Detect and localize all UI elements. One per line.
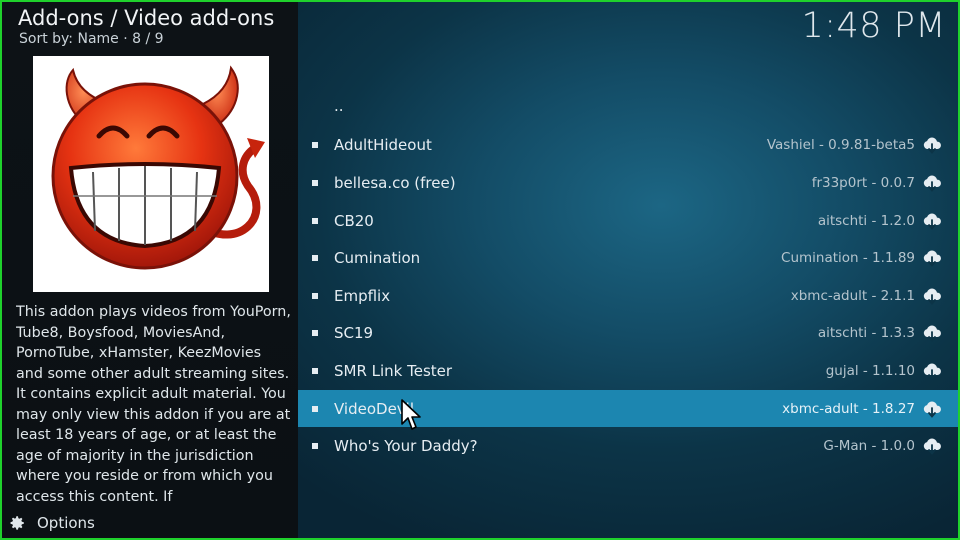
list-item[interactable]: VideoDevil xbmc-adult - 1.8.27 [298, 389, 958, 428]
addon-name: SMR Link Tester [334, 361, 453, 380]
addon-author-version: xbmc-adult - 2.1.1 [790, 287, 915, 304]
sort-info: Sort by: Name · 8 / 9 [19, 31, 164, 47]
cloud-download-icon [923, 250, 941, 268]
list-item[interactable]: bellesa.co (free) fr33p0rt - 0.0.7 [298, 164, 958, 202]
clock: 1:48 PM [801, 6, 946, 46]
addon-author-version: G-Man - 1.0.0 [823, 438, 915, 455]
cloud-download-icon [923, 363, 941, 380]
list-item[interactable]: SMR Link Tester gujal - 1.1.10 [298, 352, 958, 390]
bullet-icon [312, 142, 318, 149]
addon-author-version: xbmc-adult - 1.8.27 [782, 400, 915, 417]
list-item[interactable]: Cumination Cumination - 1.1.89 [298, 239, 958, 277]
gear-icon [10, 516, 24, 530]
addon-description: This addon plays videos from YouPorn, Tu… [16, 304, 291, 504]
cloud-download-icon [923, 401, 941, 418]
addon-name: Who's Your Daddy? [334, 437, 478, 456]
bullet-icon [312, 330, 318, 337]
cloud-download-icon [923, 213, 941, 230]
list-item[interactable]: CB20 aitschti - 1.2.0 [298, 202, 958, 240]
cloud-download-icon [923, 137, 941, 155]
addon-author-version: fr33p0rt - 0.0.7 [811, 174, 915, 191]
addon-author-version: Vashiel - 0.9.81-beta5 [766, 137, 915, 154]
list-item-parent[interactable]: .. [298, 89, 958, 127]
options-label: Options [37, 514, 95, 532]
addon-name: Empflix [334, 286, 391, 305]
addon-thumbnail [33, 56, 269, 292]
addon-name: SC19 [334, 324, 374, 343]
list-item[interactable]: Who's Your Daddy? G-Man - 1.0.0 [298, 427, 958, 465]
bullet-icon [312, 367, 318, 374]
bullet-icon [312, 255, 318, 262]
list-item[interactable]: SC19 aitschti - 1.3.3 [298, 315, 958, 353]
cloud-download-icon [923, 288, 941, 305]
addon-name: CB20 [334, 211, 374, 230]
addon-name: bellesa.co (free) [334, 173, 456, 192]
cloud-download-icon [923, 438, 941, 456]
addon-list: .. AdultHideout Vashiel - 0.9.81-beta5 bel… [298, 89, 958, 465]
list-item[interactable]: Empflix xbmc-adult - 2.1.1 [298, 277, 958, 315]
devil-smiley-icon [51, 65, 265, 270]
cloud-download-icon [923, 325, 941, 343]
bullet-icon [312, 179, 318, 186]
options-button[interactable]: Options [8, 512, 95, 534]
page-title: Add-ons / Video add-ons [18, 6, 275, 30]
addon-list-panel: 1:48 PM .. AdultHideout Vashiel - 0.9.81-… [298, 2, 958, 538]
cloud-download-icon [923, 175, 941, 192]
addon-author-version: gujal - 1.1.10 [825, 362, 915, 379]
bullet-icon [312, 443, 318, 450]
bullet-icon [312, 217, 318, 224]
info-panel: Add-ons / Video add-ons Sort by: Name · … [2, 2, 298, 538]
addon-name: Cumination [334, 249, 421, 268]
mouse-cursor-icon [401, 399, 421, 430]
addon-author-version: aitschti - 1.2.0 [817, 212, 915, 229]
bullet-icon [312, 292, 318, 299]
list-item[interactable]: AdultHideout Vashiel - 0.9.81-beta5 [298, 127, 958, 165]
addon-author-version: aitschti - 1.3.3 [817, 325, 915, 342]
bullet-icon [312, 405, 318, 412]
addon-author-version: Cumination - 1.1.89 [781, 250, 915, 267]
parent-folder-label: .. [334, 97, 344, 115]
addon-name: AdultHideout [334, 136, 432, 155]
